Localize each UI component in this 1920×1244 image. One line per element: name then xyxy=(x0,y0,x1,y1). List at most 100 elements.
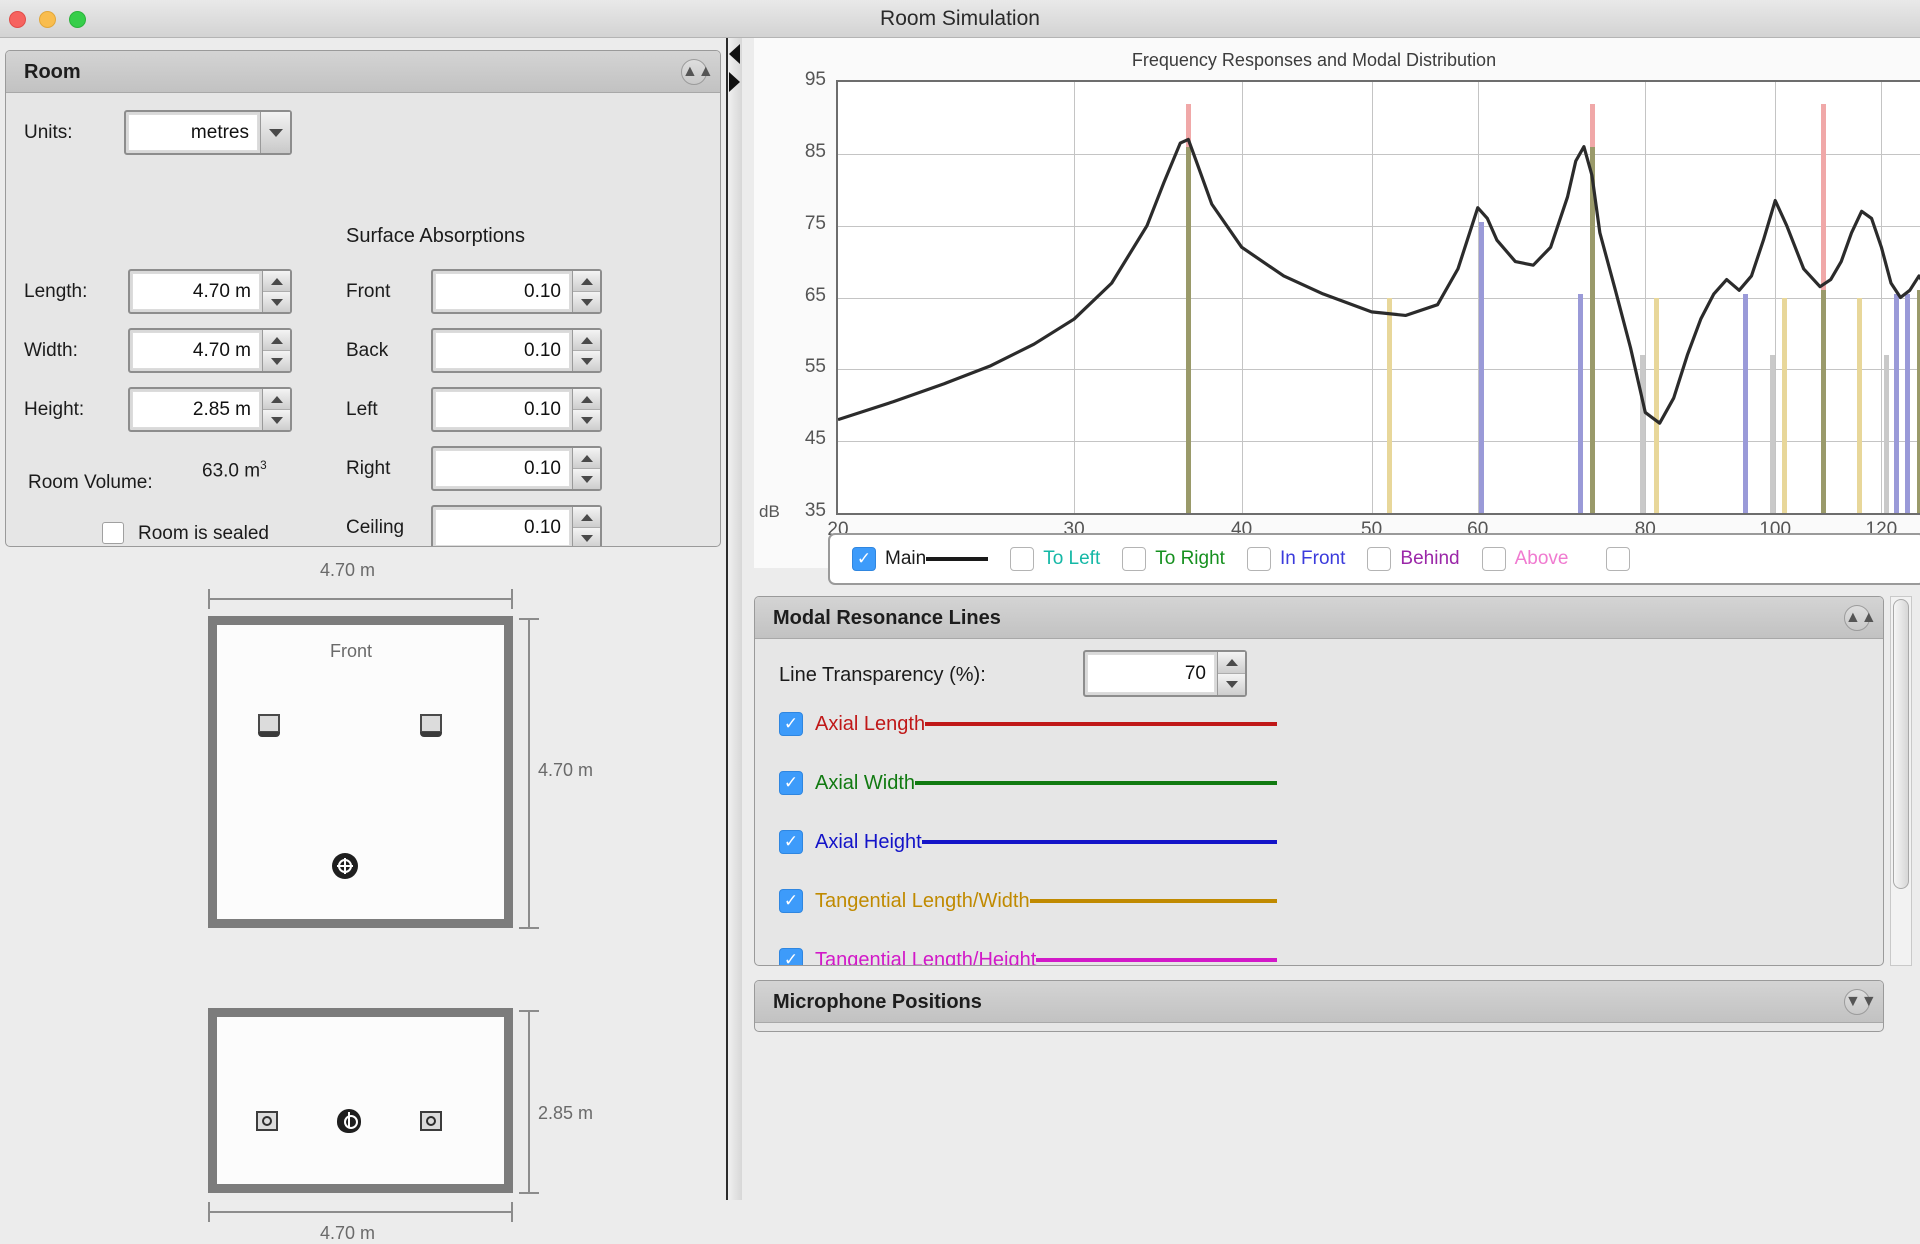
width-stepper[interactable] xyxy=(262,330,290,371)
legend-item-in-front[interactable]: In Front xyxy=(1247,547,1345,571)
plan-front-label: Front xyxy=(330,641,372,662)
legend-item-to-right[interactable]: To Right xyxy=(1122,547,1225,571)
room-is-sealed-checkbox[interactable] xyxy=(102,522,124,544)
modal-line-checkbox-axial-height[interactable]: ✓ xyxy=(779,830,803,854)
legend-checkbox-overflow[interactable] xyxy=(1606,547,1630,571)
absorption-label-ceiling: Ceiling xyxy=(346,517,404,539)
plan-right-dimension-line xyxy=(528,618,530,929)
legend-item-overflow[interactable] xyxy=(1606,547,1630,571)
width-spinner[interactable]: 4.70 m xyxy=(128,328,292,373)
line-transparency-spinner[interactable]: 70 xyxy=(1083,650,1247,697)
absorption-spinner-ceiling[interactable]: 0.10 xyxy=(431,505,602,547)
absorption-spinner-right[interactable]: 0.10 xyxy=(431,446,602,491)
modal-panel-collapse-chevron-double-up-icon[interactable]: ▲▲ xyxy=(1844,605,1870,631)
line-transparency-increment-up-icon[interactable] xyxy=(1218,652,1245,673)
section-bottom-dim-tick-left xyxy=(208,1202,210,1222)
chart-series-main-curve xyxy=(838,82,1920,513)
room-panel-collapse-chevron-double-up-icon[interactable]: ▲▲ xyxy=(681,59,707,85)
units-chevron-down-icon[interactable] xyxy=(260,112,290,153)
absorption-value-left[interactable]: 0.10 xyxy=(435,391,570,428)
section-right-dimension-label: 2.85 m xyxy=(538,1103,593,1124)
modal-line-row-axial-height[interactable]: ✓ Axial Height xyxy=(779,829,1839,855)
absorption-right-increment-up-icon[interactable] xyxy=(573,448,600,468)
legend-checkbox-behind[interactable] xyxy=(1367,547,1391,571)
microphone-panel-expand-chevron-double-down-icon[interactable]: ▼▼ xyxy=(1844,989,1870,1015)
length-value[interactable]: 4.70 m xyxy=(132,273,260,310)
section-bottom-dimension-line xyxy=(208,1211,513,1213)
absorption-back-decrement-down-icon[interactable] xyxy=(573,350,600,371)
absorption-front-decrement-down-icon[interactable] xyxy=(573,291,600,312)
splitter-collapse-right-arrow-icon[interactable] xyxy=(729,72,740,92)
modal-line-colour-swatch xyxy=(915,781,1277,785)
line-transparency-value[interactable]: 70 xyxy=(1087,654,1215,693)
modal-line-checkbox-tangential-length-height[interactable]: ✓ xyxy=(779,948,803,966)
absorption-spinner-left[interactable]: 0.10 xyxy=(431,387,602,432)
legend-checkbox-to-left[interactable] xyxy=(1010,547,1034,571)
absorption-value-ceiling[interactable]: 0.10 xyxy=(435,509,570,546)
microphone-position-plan-icon[interactable] xyxy=(332,853,358,879)
absorption-ceiling-increment-up-icon[interactable] xyxy=(573,507,600,527)
modal-line-checkbox-axial-length[interactable]: ✓ xyxy=(779,712,803,736)
plan-top-dim-tick-left xyxy=(208,589,210,609)
absorption-value-back[interactable]: 0.10 xyxy=(435,332,570,369)
absorption-stepper-front[interactable] xyxy=(572,271,600,312)
units-label: Units: xyxy=(24,122,73,144)
absorption-stepper-back[interactable] xyxy=(572,330,600,371)
width-value[interactable]: 4.70 m xyxy=(132,332,260,369)
absorption-front-increment-up-icon[interactable] xyxy=(573,271,600,291)
modal-line-row-tangential-length-width[interactable]: ✓Tangential Length/Width xyxy=(779,888,1839,914)
room-volume-value: 63.0 m3 xyxy=(202,459,267,482)
modal-line-checkbox-tangential-length-width[interactable]: ✓ xyxy=(779,889,803,913)
length-increment-up-icon[interactable] xyxy=(263,271,290,291)
absorption-right-decrement-down-icon[interactable] xyxy=(573,468,600,489)
absorption-value-right[interactable]: 0.10 xyxy=(435,450,570,487)
width-decrement-down-icon[interactable] xyxy=(263,350,290,371)
modal-line-row-tangential-length-height[interactable]: ✓Tangential Length/Height xyxy=(779,947,1839,966)
units-combobox[interactable]: metres xyxy=(124,110,292,155)
legend-item-main[interactable]: ✓Main xyxy=(852,547,988,571)
scrollbar-thumb[interactable] xyxy=(1893,599,1909,889)
legend-checkbox-in-front[interactable] xyxy=(1247,547,1271,571)
absorption-spinner-back[interactable]: 0.10 xyxy=(431,328,602,373)
height-increment-up-icon[interactable] xyxy=(263,389,290,409)
legend-item-to-left[interactable]: To Left xyxy=(1010,547,1100,571)
absorption-left-increment-up-icon[interactable] xyxy=(573,389,600,409)
modal-line-checkbox-axial-width[interactable]: ✓ xyxy=(779,771,803,795)
microphone-positions-panel[interactable]: Microphone Positions ▼▼ xyxy=(754,980,1884,1032)
modal-line-colour-swatch xyxy=(1030,899,1277,903)
legend-item-behind[interactable]: Behind xyxy=(1367,547,1459,571)
legend-item-above[interactable]: Above xyxy=(1482,547,1569,571)
splitter-collapse-left-arrow-icon[interactable] xyxy=(729,44,740,64)
microphone-panel-header[interactable]: Microphone Positions ▼▼ xyxy=(755,981,1883,1023)
modal-line-row-axial-length[interactable]: ✓Axial Length xyxy=(779,711,1839,737)
length-spinner[interactable]: 4.70 m xyxy=(128,269,292,314)
height-value[interactable]: 2.85 m xyxy=(132,391,260,428)
line-transparency-stepper[interactable] xyxy=(1217,652,1245,695)
height-stepper[interactable] xyxy=(262,389,290,430)
absorption-value-front[interactable]: 0.10 xyxy=(435,273,570,310)
width-increment-up-icon[interactable] xyxy=(263,330,290,350)
length-decrement-down-icon[interactable] xyxy=(263,291,290,312)
legend-checkbox-to-right[interactable] xyxy=(1122,547,1146,571)
legend-checkbox-main[interactable]: ✓ xyxy=(852,547,876,571)
absorption-stepper-right[interactable] xyxy=(572,448,600,489)
legend-checkbox-above[interactable] xyxy=(1482,547,1506,571)
modal-line-label: Axial Height xyxy=(815,831,922,854)
length-stepper[interactable] xyxy=(262,271,290,312)
line-transparency-decrement-down-icon[interactable] xyxy=(1218,673,1245,695)
listener-head-section-icon[interactable] xyxy=(337,1109,361,1133)
absorption-left-decrement-down-icon[interactable] xyxy=(573,409,600,430)
modal-line-row-axial-width[interactable]: ✓Axial Width xyxy=(779,770,1839,796)
absorption-stepper-ceiling[interactable] xyxy=(572,507,600,547)
modal-panel-vertical-scrollbar[interactable] xyxy=(1890,596,1912,966)
absorption-stepper-left[interactable] xyxy=(572,389,600,430)
height-spinner[interactable]: 2.85 m xyxy=(128,387,292,432)
absorption-back-increment-up-icon[interactable] xyxy=(573,330,600,350)
right-pane: Frequency Responses and Modal Distributi… xyxy=(744,38,1920,1200)
height-decrement-down-icon[interactable] xyxy=(263,409,290,430)
absorption-spinner-front[interactable]: 0.10 xyxy=(431,269,602,314)
pane-splitter[interactable] xyxy=(726,38,742,1200)
absorption-ceiling-decrement-down-icon[interactable] xyxy=(573,527,600,547)
chart-plot-area[interactable] xyxy=(836,80,1920,515)
chart-series-legend: ✓Main To Left To Right In Front Behind Above xyxy=(828,533,1920,585)
